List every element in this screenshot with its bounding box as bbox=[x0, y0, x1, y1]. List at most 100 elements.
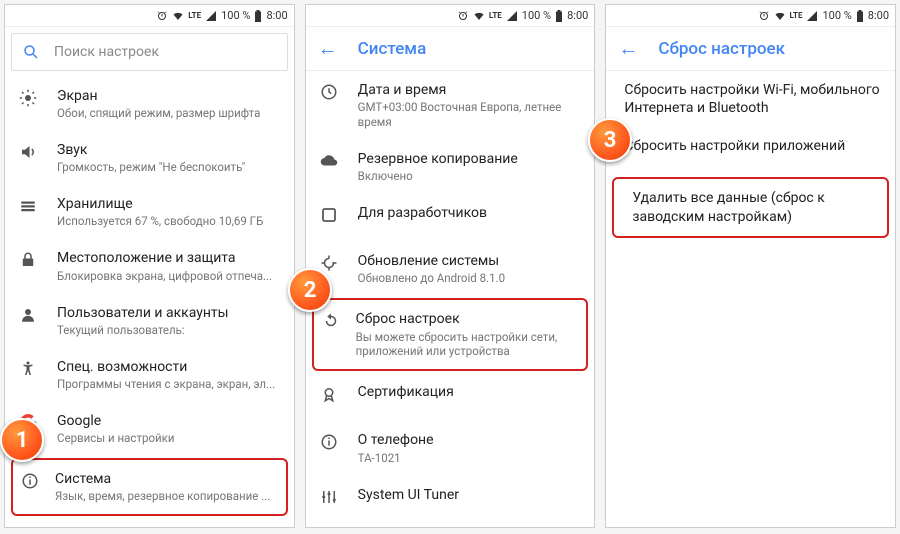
settings-panel-3: LTE 100 % 8:00 ← Сброс настроек Сбросить… bbox=[605, 4, 896, 528]
settings-row-brightness[interactable]: ЭкранОбои, спящий режим, размер шрифта bbox=[5, 77, 294, 131]
row-title: О телефоне bbox=[358, 431, 581, 449]
battery-level: 100 % bbox=[822, 9, 851, 22]
row-subtitle: TA-1021 bbox=[358, 451, 581, 466]
storage-icon bbox=[17, 195, 39, 215]
battery-icon bbox=[555, 10, 563, 22]
settings-row-lock[interactable]: Местоположение и защита Блокировка экрана… bbox=[5, 239, 294, 293]
row-subtitle: Громкость, режим "Не беспокоить" bbox=[57, 160, 280, 175]
search-input[interactable]: Поиск настроек bbox=[11, 33, 288, 71]
system-row-info[interactable]: О телефоне TA-1021 bbox=[306, 421, 595, 475]
cert-icon bbox=[318, 383, 340, 403]
row-title: Сбросить настройки приложений bbox=[624, 137, 881, 155]
battery-level: 100 % bbox=[221, 9, 250, 22]
settings-row-google[interactable]: GoogleСервисы и настройки bbox=[5, 402, 294, 456]
system-row-reset[interactable]: Сброс настроек Вы можете сбросить настрой… bbox=[312, 298, 589, 371]
header-title: Сброс настроек bbox=[658, 39, 785, 59]
reset-row-0[interactable]: Сбросить настройки Wi-Fi, мобильного Инт… bbox=[606, 71, 895, 127]
step-bubble-1: 1 bbox=[0, 418, 44, 462]
user-icon bbox=[17, 304, 39, 324]
settings-row-info[interactable]: СистемаЯзык, время, резервное копировани… bbox=[11, 458, 288, 516]
row-subtitle: Сервисы и настройки bbox=[57, 431, 280, 446]
wifi-icon bbox=[774, 10, 786, 22]
dev-icon bbox=[318, 204, 340, 224]
reset-list[interactable]: Сбросить настройки Wi-Fi, мобильного Инт… bbox=[606, 71, 895, 527]
search-placeholder: Поиск настроек bbox=[54, 44, 159, 60]
row-title: Сбросить настройки Wi-Fi, мобильного Инт… bbox=[624, 81, 881, 117]
brightness-icon bbox=[17, 87, 39, 107]
system-row-dev[interactable]: Для разработчиков bbox=[306, 194, 595, 242]
row-title: Хранилище bbox=[57, 195, 280, 213]
search-icon bbox=[22, 43, 40, 61]
row-subtitle: Обновлено до Android 8.1.0 bbox=[358, 271, 581, 286]
row-subtitle: Включено bbox=[358, 169, 581, 184]
system-row-cert[interactable]: Сертификация bbox=[306, 373, 595, 421]
info-icon bbox=[318, 431, 340, 451]
battery-icon bbox=[254, 10, 262, 22]
row-subtitle: Вы можете сбросить настройки сети, прило… bbox=[356, 330, 579, 360]
system-row-cloud[interactable]: Резервное копированиеВключено bbox=[306, 140, 595, 194]
row-subtitle: Язык, время, резервное копирование ... bbox=[55, 489, 278, 504]
tuner-icon bbox=[318, 486, 340, 506]
row-subtitle: Программы чтения с экрана, экран, эл... bbox=[57, 377, 280, 392]
row-title: Экран bbox=[57, 87, 280, 105]
settings-list[interactable]: ЭкранОбои, спящий режим, размер шрифтаЗв… bbox=[5, 77, 294, 527]
header: ← Система bbox=[306, 27, 595, 71]
reset-row-1[interactable]: Сбросить настройки приложений bbox=[606, 127, 895, 175]
signal-icon bbox=[806, 10, 818, 22]
battery-level: 100 % bbox=[522, 9, 551, 22]
row-title: Дата и время bbox=[358, 81, 581, 99]
header: ← Сброс настроек bbox=[606, 27, 895, 71]
reset-row-2[interactable]: Удалить все данные (сброс к заводским на… bbox=[612, 177, 889, 237]
header-title: Система bbox=[358, 39, 427, 59]
step-bubble-3: 3 bbox=[588, 118, 632, 162]
status-bar: LTE 100 % 8:00 bbox=[306, 5, 595, 27]
signal-icon bbox=[205, 10, 217, 22]
row-title: Пользователи и аккаунты bbox=[57, 304, 280, 322]
settings-row-user[interactable]: Пользователи и аккаунтыТекущий пользоват… bbox=[5, 294, 294, 348]
alarm-icon bbox=[156, 10, 168, 22]
status-bar: LTE 100 % 8:00 bbox=[5, 5, 294, 27]
update-icon bbox=[318, 252, 340, 272]
alarm-icon bbox=[457, 10, 469, 22]
row-subtitle: Обои, спящий режим, размер шрифта bbox=[57, 106, 280, 121]
row-title: Google bbox=[57, 412, 280, 430]
clock-label: 8:00 bbox=[266, 9, 287, 22]
signal-label: LTE bbox=[188, 11, 201, 20]
clock-label: 8:00 bbox=[868, 9, 889, 22]
signal-label: LTE bbox=[489, 11, 502, 20]
signal-icon bbox=[506, 10, 518, 22]
system-row-tuner[interactable]: System UI Tuner bbox=[306, 476, 595, 524]
step-bubble-2: 2 bbox=[288, 268, 332, 312]
signal-label: LTE bbox=[790, 11, 803, 20]
settings-row-storage[interactable]: ХранилищеИспользуется 67 %, свободно 10,… bbox=[5, 185, 294, 239]
back-button[interactable]: ← bbox=[618, 36, 638, 61]
info-icon bbox=[19, 470, 41, 490]
settings-row-a11y[interactable]: Спец. возможностиПрограммы чтения с экра… bbox=[5, 348, 294, 402]
system-row-update[interactable]: Обновление системыОбновлено до Android 8… bbox=[306, 242, 595, 296]
settings-row-volume[interactable]: ЗвукГромкость, режим "Не беспокоить" bbox=[5, 131, 294, 185]
system-list[interactable]: Дата и времяGMT+03:00 Восточная Европа, … bbox=[306, 71, 595, 527]
back-button[interactable]: ← bbox=[318, 36, 338, 61]
row-title: Звук bbox=[57, 141, 280, 159]
row-title: Система bbox=[55, 470, 278, 488]
row-title: Сброс настроек bbox=[356, 310, 579, 328]
wifi-icon bbox=[473, 10, 485, 22]
cloud-icon bbox=[318, 150, 340, 170]
row-title: Сертификация bbox=[358, 383, 581, 401]
row-title: Обновление системы bbox=[358, 252, 581, 270]
row-title: Спец. возможности bbox=[57, 358, 280, 376]
row-title: Резервное копирование bbox=[358, 150, 581, 168]
system-row-clock[interactable]: Дата и времяGMT+03:00 Восточная Европа, … bbox=[306, 71, 595, 140]
row-title: Местоположение и защита bbox=[57, 249, 280, 267]
a11y-icon bbox=[17, 358, 39, 378]
lock-icon bbox=[17, 249, 39, 269]
row-subtitle: GMT+03:00 Восточная Европа, летнее время bbox=[358, 100, 581, 130]
row-subtitle: Используется 67 %, свободно 10,69 ГБ bbox=[57, 214, 280, 229]
row-title: System UI Tuner bbox=[358, 486, 581, 504]
settings-panel-1: LTE 100 % 8:00 Поиск настроек ЭкранОбои,… bbox=[4, 4, 295, 528]
battery-icon bbox=[856, 10, 864, 22]
wifi-icon bbox=[172, 10, 184, 22]
alarm-icon bbox=[758, 10, 770, 22]
row-subtitle: Блокировка экрана, цифровой отпеча... bbox=[57, 269, 280, 284]
row-title: Для разработчиков bbox=[358, 204, 581, 222]
